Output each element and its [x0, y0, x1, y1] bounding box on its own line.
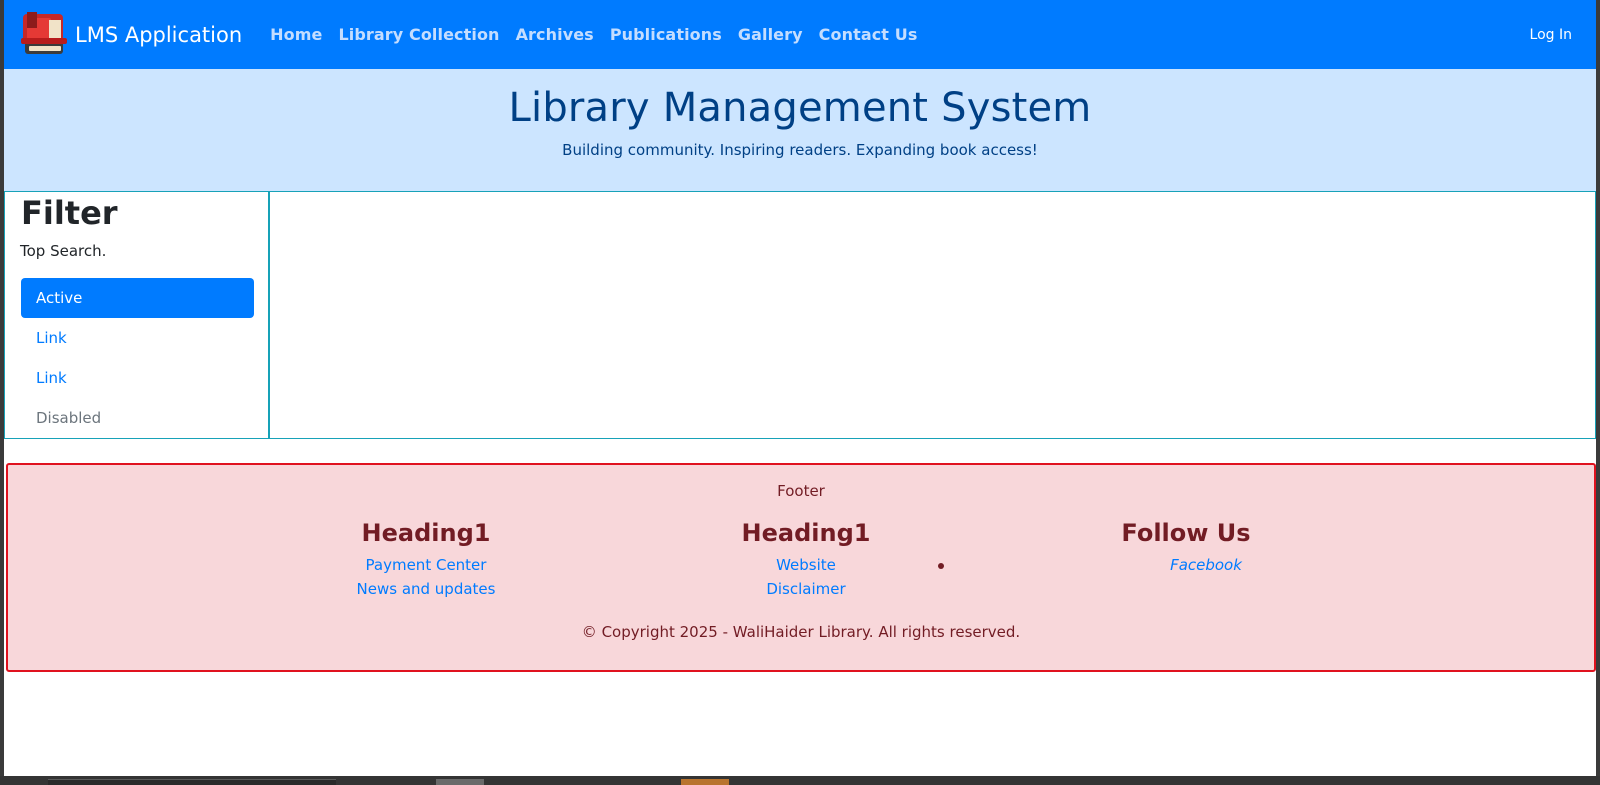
- filter-item-active[interactable]: Active: [21, 278, 254, 318]
- filter-title: Filter: [21, 194, 118, 232]
- footer-column-2: Heading1 Website Disclaimer: [656, 519, 956, 601]
- filter-nav: Active Link Link Disabled: [21, 278, 254, 438]
- nav-contact-us[interactable]: Contact Us: [811, 25, 926, 44]
- footer-heading: Heading1: [741, 519, 871, 547]
- copyright-text: © Copyright 2025 - WaliHaider Library. A…: [581, 623, 1021, 641]
- brand[interactable]: LMS Application: [19, 10, 242, 60]
- filter-item-link-1[interactable]: Link: [21, 318, 254, 358]
- taskbar-app-icon[interactable]: [681, 779, 729, 785]
- taskbar: [0, 776, 1600, 785]
- filter-sidebar: Filter Top Search. Active Link Link Disa…: [5, 192, 270, 438]
- footer-column-1: Heading1 Payment Center News and updates: [276, 519, 576, 601]
- nav-links: Home Library Collection Archives Publica…: [262, 0, 925, 69]
- list-item: Facebook: [938, 553, 1336, 577]
- nav-home[interactable]: Home: [262, 25, 330, 44]
- login-link[interactable]: Log In: [1530, 27, 1572, 43]
- nav-publications[interactable]: Publications: [602, 25, 730, 44]
- browser-viewport: LMS Application Home Library Collection …: [0, 0, 1600, 776]
- footer-link-payment-center[interactable]: Payment Center: [276, 553, 576, 577]
- brand-title: LMS Application: [75, 22, 243, 47]
- nav-gallery[interactable]: Gallery: [730, 25, 811, 44]
- content-area: Filter Top Search. Active Link Link Disa…: [4, 191, 1596, 439]
- footer: Footer Heading1 Payment Center News and …: [6, 463, 1596, 672]
- footer-heading-follow-us: Follow Us: [1121, 519, 1251, 547]
- footer-link-news-updates[interactable]: News and updates: [276, 577, 576, 601]
- taskbar-search[interactable]: [48, 779, 336, 785]
- bullet-icon: [938, 563, 944, 569]
- footer-caption: Footer: [777, 482, 825, 500]
- footer-link-disclaimer[interactable]: Disclaimer: [656, 577, 956, 601]
- page-subtitle: Building community. Inspiring readers. E…: [562, 141, 1038, 159]
- nav-archives[interactable]: Archives: [508, 25, 602, 44]
- hero-banner: Library Management System Building commu…: [4, 69, 1596, 191]
- footer-link-website[interactable]: Website: [656, 553, 956, 577]
- book-stack-icon: [21, 11, 67, 54]
- main-panel: [270, 192, 1595, 438]
- footer-column-follow: Follow Us Facebook: [938, 519, 1336, 577]
- footer-heading: Heading1: [361, 519, 491, 547]
- navbar: LMS Application Home Library Collection …: [4, 0, 1596, 69]
- filter-item-disabled: Disabled: [36, 409, 102, 427]
- footer-link-facebook[interactable]: Facebook: [1036, 553, 1336, 577]
- filter-item-link-2[interactable]: Link: [21, 358, 254, 398]
- taskbar-app-icon[interactable]: [436, 779, 484, 785]
- page-title: Library Management System: [508, 85, 1092, 131]
- nav-library-collection[interactable]: Library Collection: [330, 25, 507, 44]
- filter-subtitle: Top Search.: [20, 242, 107, 260]
